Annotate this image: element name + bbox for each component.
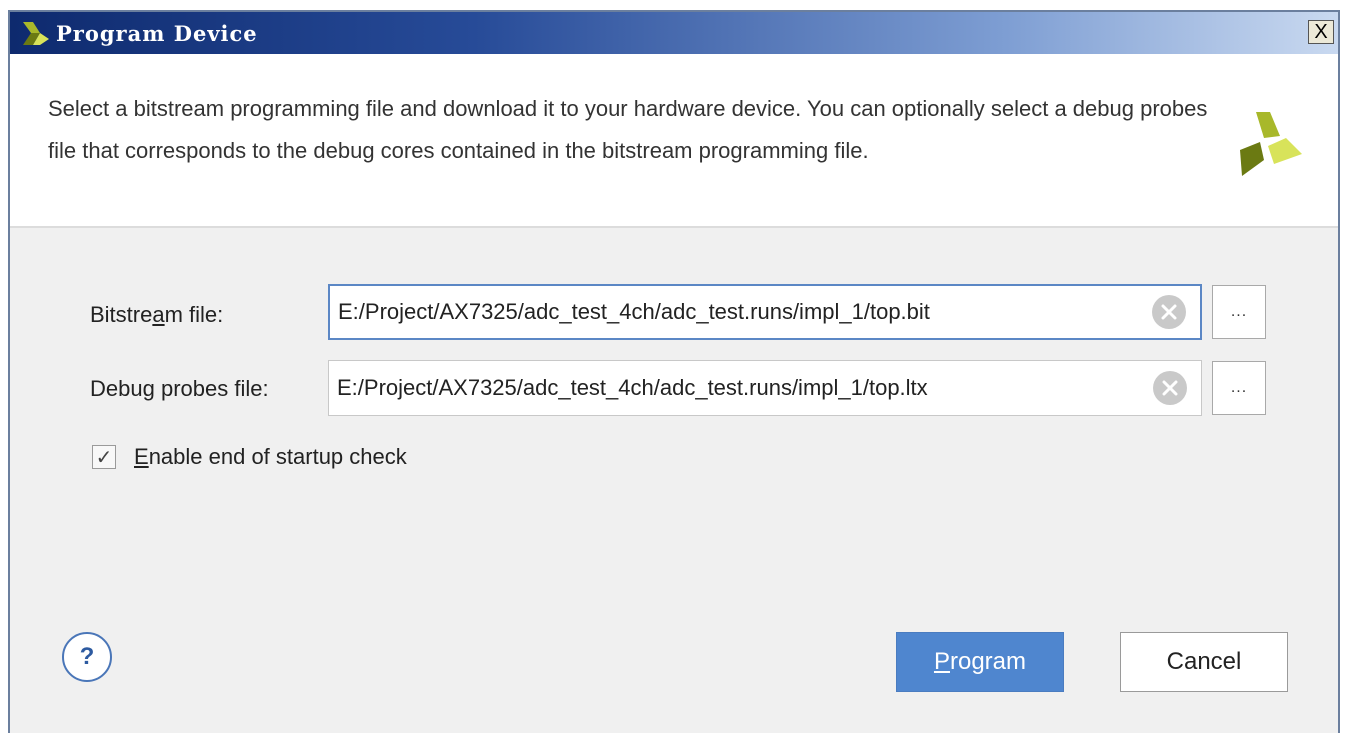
header-panel: Select a bitstream programming file and … — [10, 54, 1338, 228]
program-device-dialog: Program Device X Select a bitstream prog… — [8, 10, 1340, 733]
help-button[interactable]: ? — [62, 632, 112, 682]
debug-probes-file-value[interactable]: E:/Project/AX7325/adc_test_4ch/adc_test.… — [337, 361, 928, 415]
debug-probes-file-input[interactable]: E:/Project/AX7325/adc_test_4ch/adc_test.… — [328, 360, 1202, 416]
startup-check-checkbox[interactable]: ✓ — [92, 445, 116, 469]
debug-probes-browse-button[interactable]: ... — [1212, 361, 1266, 415]
clear-icon[interactable] — [1152, 295, 1186, 329]
label-part: nable end of startup check — [148, 444, 407, 469]
window-title: Program Device — [56, 20, 258, 46]
label-mnemonic: P — [933, 648, 950, 675]
program-button[interactable]: Program — [896, 632, 1064, 692]
label-mnemonic: a — [152, 302, 165, 327]
debug-probes-file-label: Debug probes file: — [90, 376, 269, 402]
vivado-logo-icon — [23, 22, 49, 45]
label-part: Debu — [90, 376, 143, 401]
checkmark-icon: ✓ — [95, 446, 113, 469]
label-part: probes file: — [154, 376, 269, 401]
bitstream-file-label: Bitstream file: — [90, 302, 223, 328]
question-mark-icon: ? — [79, 643, 95, 670]
label-mnemonic: E — [134, 444, 149, 469]
close-button[interactable]: X — [1308, 20, 1334, 44]
clear-icon[interactable] — [1153, 371, 1187, 405]
bitstream-browse-button[interactable]: ... — [1212, 285, 1266, 339]
label-part: m file: — [164, 302, 224, 327]
vivado-logo-icon — [1240, 112, 1302, 176]
label-mnemonic: g — [142, 376, 155, 401]
x-icon — [1162, 380, 1178, 396]
x-icon — [1161, 304, 1177, 320]
title-bar[interactable]: Program Device X — [10, 12, 1338, 54]
cancel-button[interactable]: Cancel — [1120, 632, 1288, 692]
bitstream-file-input[interactable]: E:/Project/AX7325/adc_test_4ch/adc_test.… — [328, 284, 1202, 340]
startup-check-label[interactable]: Enable end of startup check — [134, 444, 407, 470]
label-part: rogram — [949, 648, 1027, 675]
startup-check-row[interactable]: ✓ Enable end of startup check — [92, 444, 407, 470]
label-part: Bitstre — [90, 302, 153, 327]
dialog-description: Select a bitstream programming file and … — [48, 96, 1208, 163]
bitstream-file-value[interactable]: E:/Project/AX7325/adc_test_4ch/adc_test.… — [338, 286, 930, 338]
close-icon: X — [1314, 21, 1328, 43]
